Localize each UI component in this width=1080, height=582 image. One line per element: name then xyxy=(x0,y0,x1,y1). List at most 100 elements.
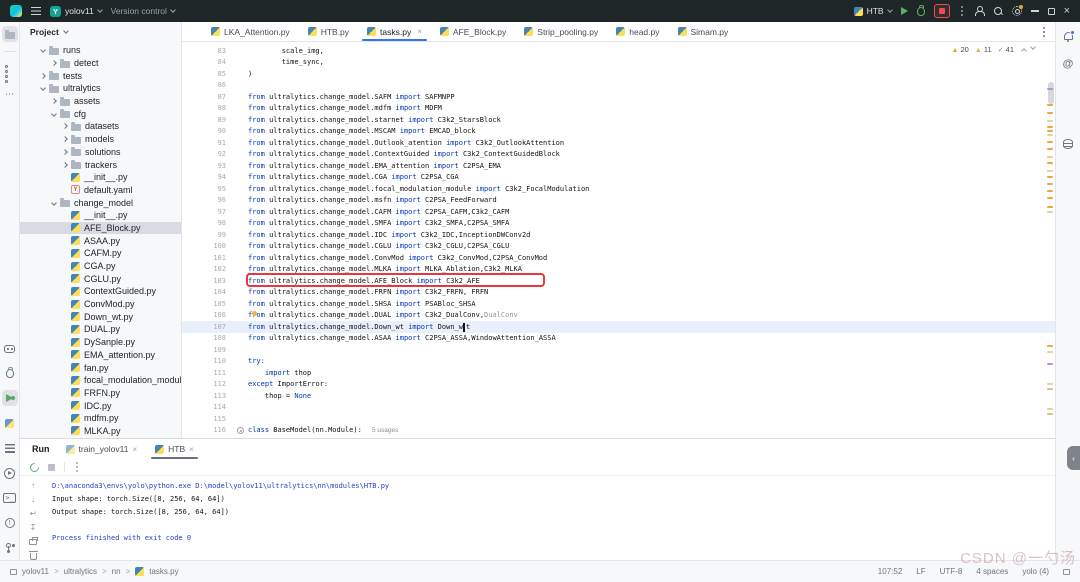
python-console-tool-button[interactable] xyxy=(2,415,18,431)
status-item-yolo-4-[interactable]: yolo (4) xyxy=(1022,567,1049,576)
vcs-menu[interactable]: Version control xyxy=(111,6,175,16)
tree-item-idc-py[interactable]: IDC.py xyxy=(20,399,181,412)
editor-tab-strip_pooling-py[interactable]: Strip_pooling.py xyxy=(515,22,607,41)
tree-item-cafm-py[interactable]: CAFM.py xyxy=(20,247,181,260)
code-line-94[interactable]: 94from ultralytics.change_model.CGA impo… xyxy=(182,172,1055,184)
scroll-to-end-icon[interactable]: ↧ xyxy=(30,522,37,532)
services-layers-tool-button[interactable] xyxy=(2,440,18,456)
scrollbar-thumb[interactable] xyxy=(1048,82,1054,104)
code-line-95[interactable]: 95from ultralytics.change_model.focal_mo… xyxy=(182,183,1055,195)
code-line-85[interactable]: 85) xyxy=(182,68,1055,80)
status-item-107-52[interactable]: 107:52 xyxy=(878,567,902,576)
project-tool-button[interactable] xyxy=(2,26,18,42)
terminal-tool-button[interactable]: >_ xyxy=(2,490,18,506)
chevron-right-icon[interactable] xyxy=(51,98,57,104)
tree-item-down-wt-py[interactable]: Down_wt.py xyxy=(20,310,181,323)
database-tool-button[interactable] xyxy=(1060,136,1076,152)
run-config-selector[interactable]: HTB xyxy=(854,6,892,16)
code-line-98[interactable]: 98from ultralytics.change_model.SMFA imp… xyxy=(182,218,1055,230)
tree-item-default-yaml[interactable]: Ydefault.yaml xyxy=(20,184,181,197)
tree-item-cfg[interactable]: cfg xyxy=(20,107,181,120)
code-line-107[interactable]: 107from ultralytics.change_model.Down_wt… xyxy=(182,321,1055,333)
collapsed-panel-handle[interactable]: ‹ xyxy=(1067,446,1080,470)
up-stack-trace-icon[interactable]: ↑ xyxy=(31,480,35,490)
run-tool-button[interactable] xyxy=(2,390,18,406)
services-tool-button[interactable] xyxy=(2,465,18,481)
tree-item-convmod-py[interactable]: ConvMod.py xyxy=(20,298,181,311)
breadcrumb[interactable]: yolov11>ultralytics>nn>tasks.py xyxy=(10,567,179,576)
notifications-button[interactable] xyxy=(1060,28,1076,44)
chevron-right-icon[interactable] xyxy=(62,149,68,155)
tree-item-solutions[interactable]: solutions xyxy=(20,146,181,159)
status-item-utf-8[interactable]: UTF-8 xyxy=(940,567,963,576)
status-item-lf[interactable]: LF xyxy=(916,567,925,576)
tree-item-assets[interactable]: assets xyxy=(20,95,181,108)
chevron-down-icon[interactable] xyxy=(51,200,57,206)
tree-item-trackers[interactable]: trackers xyxy=(20,158,181,171)
chevron-right-icon[interactable] xyxy=(62,162,68,168)
down-stack-trace-icon[interactable]: ↓ xyxy=(31,494,35,504)
ai-chat-tool-button[interactable]: @ xyxy=(1060,56,1076,72)
run-tab-train_yolov11[interactable]: train_yolov11× xyxy=(62,439,142,459)
code-line-99[interactable]: 99from ultralytics.change_model.IDC impo… xyxy=(182,229,1055,241)
breadcrumb-item[interactable]: tasks.py xyxy=(149,567,178,576)
tree-item-cglu-py[interactable]: CGLU.py xyxy=(20,272,181,285)
editor-tab-htb-py[interactable]: HTB.py xyxy=(299,22,358,41)
error-stripe[interactable] xyxy=(1045,42,1055,438)
project-switcher[interactable]: Y yolov11 xyxy=(50,6,102,17)
code-line-87[interactable]: 87from ultralytics.change_model.SAFM imp… xyxy=(182,91,1055,103)
code-line-110[interactable]: 110try: xyxy=(182,356,1055,368)
tree-item-datasets[interactable]: datasets xyxy=(20,120,181,133)
code-line-102[interactable]: 102from ultralytics.change_model.MLKA im… xyxy=(182,264,1055,276)
settings-gear-icon[interactable] xyxy=(1012,6,1022,16)
tree-item-dysanple-py[interactable]: DySanple.py xyxy=(20,336,181,349)
clear-console-icon[interactable] xyxy=(30,550,37,560)
tab-close-icon[interactable]: × xyxy=(189,445,194,454)
code-line-108[interactable]: 108from ultralytics.change_model.ASAA im… xyxy=(182,333,1055,345)
tree-item-models[interactable]: models xyxy=(20,133,181,146)
run-tab-htb[interactable]: HTB× xyxy=(151,439,198,459)
code-line-111[interactable]: 111 import thop xyxy=(182,367,1055,379)
code-line-90[interactable]: 90from ultralytics.change_model.MSCAM im… xyxy=(182,126,1055,138)
tree-item-change-model[interactable]: change_model xyxy=(20,196,181,209)
chevron-right-icon[interactable] xyxy=(62,136,68,142)
rerun-icon[interactable] xyxy=(28,461,41,474)
code-line-104[interactable]: 104from ultralytics.change_model.FRFN im… xyxy=(182,287,1055,299)
chevron-down-icon[interactable] xyxy=(40,86,46,92)
code-line-109[interactable]: 109 xyxy=(182,344,1055,356)
tab-close-icon[interactable]: × xyxy=(132,445,137,454)
problems-tool-button[interactable]: ! xyxy=(2,515,18,531)
debug-button[interactable] xyxy=(917,7,925,16)
code-line-100[interactable]: 100from ultralytics.change_model.CGLU im… xyxy=(182,241,1055,253)
code-line-112[interactable]: 112except ImportError: xyxy=(182,379,1055,391)
status-screen-icon[interactable] xyxy=(1063,569,1070,575)
chevron-down-icon[interactable] xyxy=(40,48,46,54)
structure-tool-button[interactable] xyxy=(2,61,18,77)
tree-item-dual-py[interactable]: DUAL.py xyxy=(20,323,181,336)
tree-item-tests[interactable]: tests xyxy=(20,69,181,82)
code-line-93[interactable]: 93from ultralytics.change_model.EMA_atte… xyxy=(182,160,1055,172)
chevron-right-icon[interactable] xyxy=(51,60,57,66)
close-button[interactable]: × xyxy=(1064,6,1070,17)
editor-tab-head-py[interactable]: head.py xyxy=(607,22,668,41)
chevron-right-icon[interactable] xyxy=(62,124,68,130)
code-line-103[interactable]: 103from ultralytics.change_model.AFE_Blo… xyxy=(182,275,1055,287)
code-line-101[interactable]: 101from ultralytics.change_model.ConvMod… xyxy=(182,252,1055,264)
stop-button[interactable] xyxy=(934,4,950,18)
code-line-105[interactable]: 105from ultralytics.change_model.SHSA im… xyxy=(182,298,1055,310)
editor-tab-tasks-py[interactable]: tasks.py× xyxy=(358,22,431,41)
more-actions-icon[interactable] xyxy=(961,10,963,12)
tree-item-focal-modulation-module-py[interactable]: focal_modulation_module.py xyxy=(20,374,181,387)
tree-item--init-py[interactable]: __init__.py xyxy=(20,171,181,184)
tree-item-asaa-py[interactable]: ASAA.py xyxy=(20,234,181,247)
status-item-4-spaces[interactable]: 4 spaces xyxy=(976,567,1008,576)
code-line-97[interactable]: 97from ultralytics.change_model.CAFM imp… xyxy=(182,206,1055,218)
ai-assistant-tool-button[interactable] xyxy=(2,340,18,356)
code-line-92[interactable]: 92from ultralytics.change_model.ContextG… xyxy=(182,149,1055,161)
minimize-button[interactable] xyxy=(1031,10,1039,11)
tree-item-frfn-py[interactable]: FRFN.py xyxy=(20,387,181,400)
chevron-down-icon[interactable] xyxy=(63,28,69,34)
console-output[interactable]: D:\anaconda3\envs\yolo\python.exe D:\mod… xyxy=(46,476,1055,560)
tree-item-runs[interactable]: runs xyxy=(20,44,181,57)
editor-tab-simam-py[interactable]: Simam.py xyxy=(669,22,738,41)
